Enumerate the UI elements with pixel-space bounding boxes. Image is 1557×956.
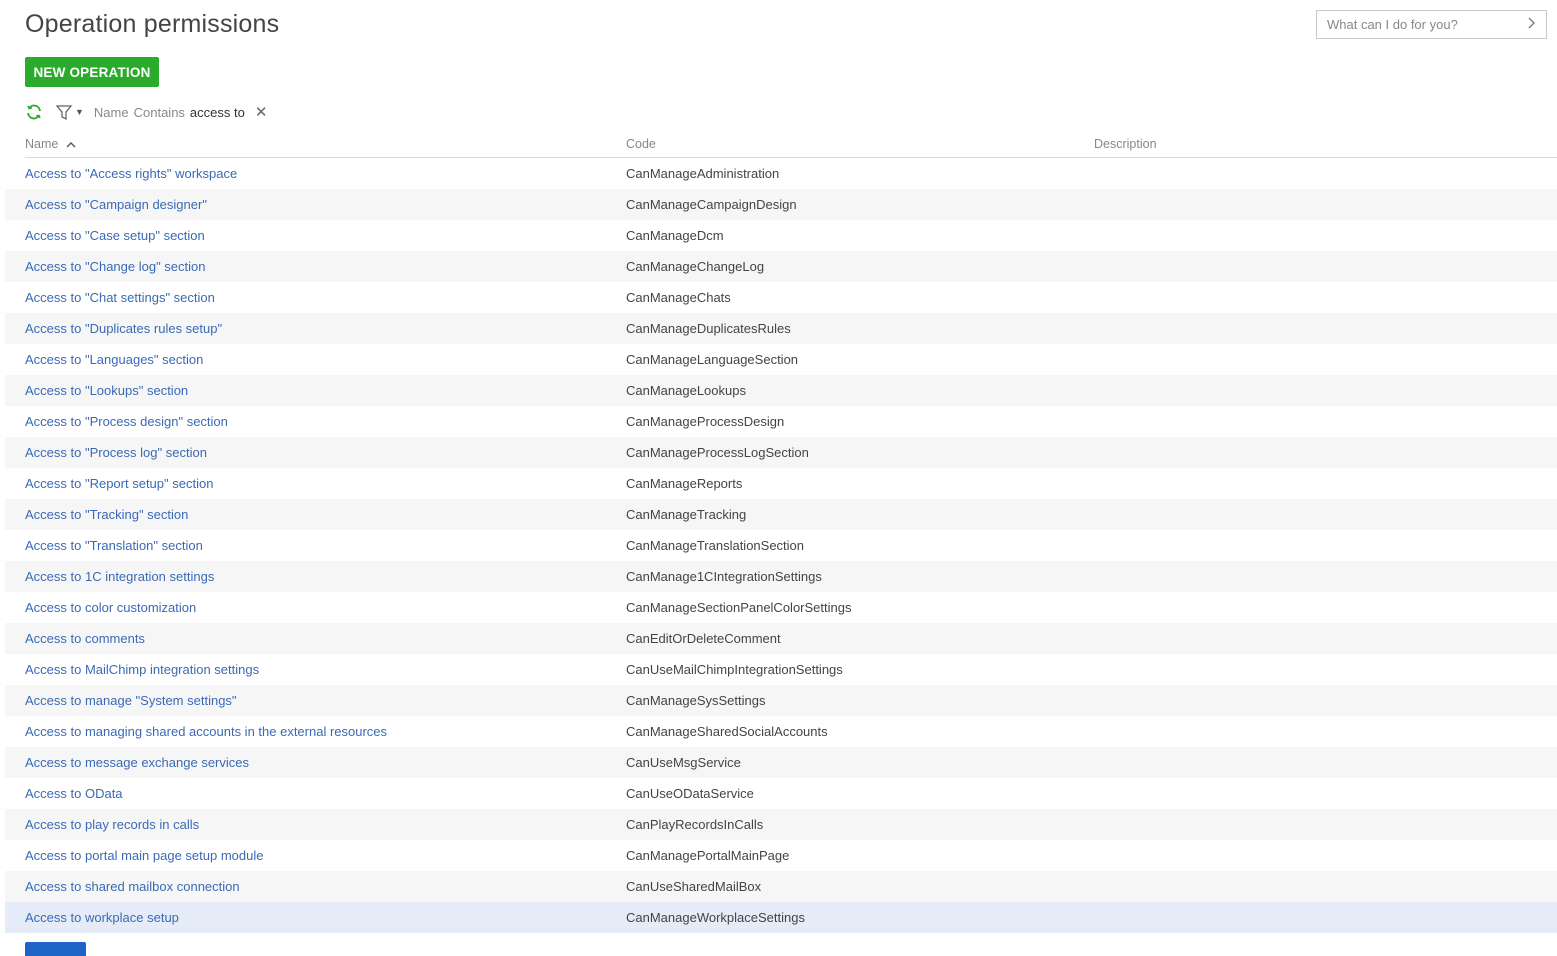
- chevron-right-icon[interactable]: [1528, 17, 1536, 32]
- row-name-link[interactable]: Access to OData: [25, 786, 123, 801]
- table-row[interactable]: Access to "Lookups" section CanManageLook…: [5, 375, 1557, 406]
- table-row[interactable]: Access to "Case setup" section CanManageD…: [5, 220, 1557, 251]
- row-name-link[interactable]: Access to color customization: [25, 600, 196, 615]
- row-name-link[interactable]: Access to "Case setup" section: [25, 228, 205, 243]
- table-row[interactable]: Access to "Duplicates rules setup" CanMan…: [5, 313, 1557, 344]
- row-name-link[interactable]: Access to "Campaign designer": [25, 197, 207, 212]
- close-icon[interactable]: ✕: [255, 105, 268, 120]
- row-code: CanManageWorkplaceSettings: [626, 910, 805, 925]
- row-code: CanManageSharedSocialAccounts: [626, 724, 828, 739]
- row-code: CanManageSysSettings: [626, 693, 766, 708]
- row-code: CanUseMsgService: [626, 755, 741, 770]
- table-row[interactable]: Access to "Process design" section CanMan…: [5, 406, 1557, 437]
- row-code: CanManageLookups: [626, 383, 746, 398]
- table-row[interactable]: Access to "Languages" section CanManageLa…: [5, 344, 1557, 375]
- filter-bar: ▼ Name Contains access to ✕: [25, 101, 267, 123]
- new-operation-button[interactable]: NEW OPERATION: [25, 57, 159, 87]
- table-row[interactable]: Access to portal main page setup module C…: [5, 840, 1557, 871]
- page-title: Operation permissions: [25, 10, 280, 38]
- row-code: CanEditOrDeleteComment: [626, 631, 781, 646]
- filter-value[interactable]: access to: [190, 105, 245, 120]
- row-code: CanUseMailChimpIntegrationSettings: [626, 662, 843, 677]
- row-code: CanManageProcessDesign: [626, 414, 785, 429]
- table-row[interactable]: Access to MailChimp integration settings…: [5, 654, 1557, 685]
- row-name-link[interactable]: Access to play records in calls: [25, 817, 199, 832]
- row-code: CanManageTranslationSection: [626, 538, 805, 553]
- row-code: CanManageProcessLogSection: [626, 445, 809, 460]
- filter-column[interactable]: Name: [94, 105, 129, 120]
- table-header: Name Code Description: [25, 135, 1557, 158]
- row-name-link[interactable]: Access to "Change log" section: [25, 259, 206, 274]
- table-row[interactable]: Access to comments CanEditOrDeleteComment: [5, 623, 1557, 654]
- table-row[interactable]: Access to "Process log" section CanManage…: [5, 437, 1557, 468]
- table-row[interactable]: Access to "Tracking" section CanManageTra…: [5, 499, 1557, 530]
- row-name-link[interactable]: Access to "Tracking" section: [25, 507, 188, 522]
- column-header-name[interactable]: Name: [25, 137, 76, 151]
- row-action-button[interactable]: [25, 942, 86, 956]
- row-code: CanManageTracking: [626, 507, 747, 522]
- table-row[interactable]: Access to 1C integration settings CanMana…: [5, 561, 1557, 592]
- table-row[interactable]: Access to color customization CanManageSe…: [5, 592, 1557, 623]
- sort-ascending-icon: [66, 141, 76, 148]
- row-code: CanManagePortalMainPage: [626, 848, 790, 863]
- row-name-link[interactable]: Access to "Languages" section: [25, 352, 203, 367]
- row-code: CanManageCampaignDesign: [626, 197, 797, 212]
- caret-down-icon: ▼: [75, 107, 84, 117]
- row-code: CanManageChangeLog: [626, 259, 765, 274]
- table-row[interactable]: Access to managing shared accounts in th…: [5, 716, 1557, 747]
- row-code: CanManageReports: [626, 476, 743, 491]
- table-row[interactable]: Access to "Chat settings" section CanMana…: [5, 282, 1557, 313]
- column-header-label: Name: [25, 137, 59, 151]
- row-name-link[interactable]: Access to "Process design" section: [25, 414, 228, 429]
- command-line[interactable]: [1316, 10, 1547, 39]
- row-name-link[interactable]: Access to managing shared accounts in th…: [25, 724, 387, 739]
- column-header-description[interactable]: Description: [1094, 137, 1157, 151]
- row-code: CanManageDuplicatesRules: [626, 321, 791, 336]
- row-name-link[interactable]: Access to shared mailbox connection: [25, 879, 240, 894]
- row-name-link[interactable]: Access to portal main page setup module: [25, 848, 263, 863]
- table-row[interactable]: Access to play records in calls CanPlayRe…: [5, 809, 1557, 840]
- table-row[interactable]: Access to manage "System settings" CanMan…: [5, 685, 1557, 716]
- row-code: CanManage1CIntegrationSettings: [626, 569, 822, 584]
- command-input[interactable]: [1327, 17, 1507, 32]
- row-code: CanUseODataService: [626, 786, 754, 801]
- table-row[interactable]: Access to message exchange services CanUs…: [5, 747, 1557, 778]
- row-code: CanManageChats: [626, 290, 731, 305]
- row-name-link[interactable]: Access to 1C integration settings: [25, 569, 214, 584]
- filter-icon: [55, 105, 73, 121]
- row-code: CanManageLanguageSection: [626, 352, 799, 367]
- row-name-link[interactable]: Access to "Process log" section: [25, 445, 207, 460]
- table-body: Access to "Access rights" workspace CanMa…: [5, 158, 1557, 933]
- filter-operator[interactable]: Contains: [134, 105, 185, 120]
- table-row[interactable]: Access to "Translation" section CanManage…: [5, 530, 1557, 561]
- table-row[interactable]: Access to shared mailbox connection CanUs…: [5, 871, 1557, 902]
- row-code: CanManageDcm: [626, 228, 724, 243]
- row-name-link[interactable]: Access to "Access rights" workspace: [25, 166, 237, 181]
- refresh-icon[interactable]: [25, 103, 43, 121]
- row-code: CanUseSharedMailBox: [626, 879, 762, 894]
- row-name-link[interactable]: Access to comments: [25, 631, 145, 646]
- table-row[interactable]: Access to "Access rights" workspace CanMa…: [5, 158, 1557, 189]
- row-name-link[interactable]: Access to manage "System settings": [25, 693, 237, 708]
- table-row[interactable]: Access to "Campaign designer" CanManageCa…: [5, 189, 1557, 220]
- row-name-link[interactable]: Access to "Report setup" section: [25, 476, 213, 491]
- row-code: CanManageAdministration: [626, 166, 780, 181]
- table-row[interactable]: Access to "Change log" section CanManageC…: [5, 251, 1557, 282]
- column-header-code[interactable]: Code: [626, 137, 656, 151]
- row-name-link[interactable]: Access to MailChimp integration settings: [25, 662, 259, 677]
- table-row-selected[interactable]: Access to workplace setup CanManageWorkpl…: [5, 902, 1557, 933]
- row-name-link[interactable]: Access to workplace setup: [25, 910, 179, 925]
- row-code: CanManageSectionPanelColorSettings: [626, 600, 852, 615]
- filter-menu[interactable]: ▼: [55, 103, 84, 121]
- row-name-link[interactable]: Access to "Translation" section: [25, 538, 203, 553]
- row-name-link[interactable]: Access to "Lookups" section: [25, 383, 188, 398]
- row-name-link[interactable]: Access to message exchange services: [25, 755, 249, 770]
- row-code: CanPlayRecordsInCalls: [626, 817, 764, 832]
- row-name-link[interactable]: Access to "Duplicates rules setup": [25, 321, 222, 336]
- table-row[interactable]: Access to OData CanUseODataService: [5, 778, 1557, 809]
- table-row[interactable]: Access to "Report setup" section CanManag…: [5, 468, 1557, 499]
- row-name-link[interactable]: Access to "Chat settings" section: [25, 290, 215, 305]
